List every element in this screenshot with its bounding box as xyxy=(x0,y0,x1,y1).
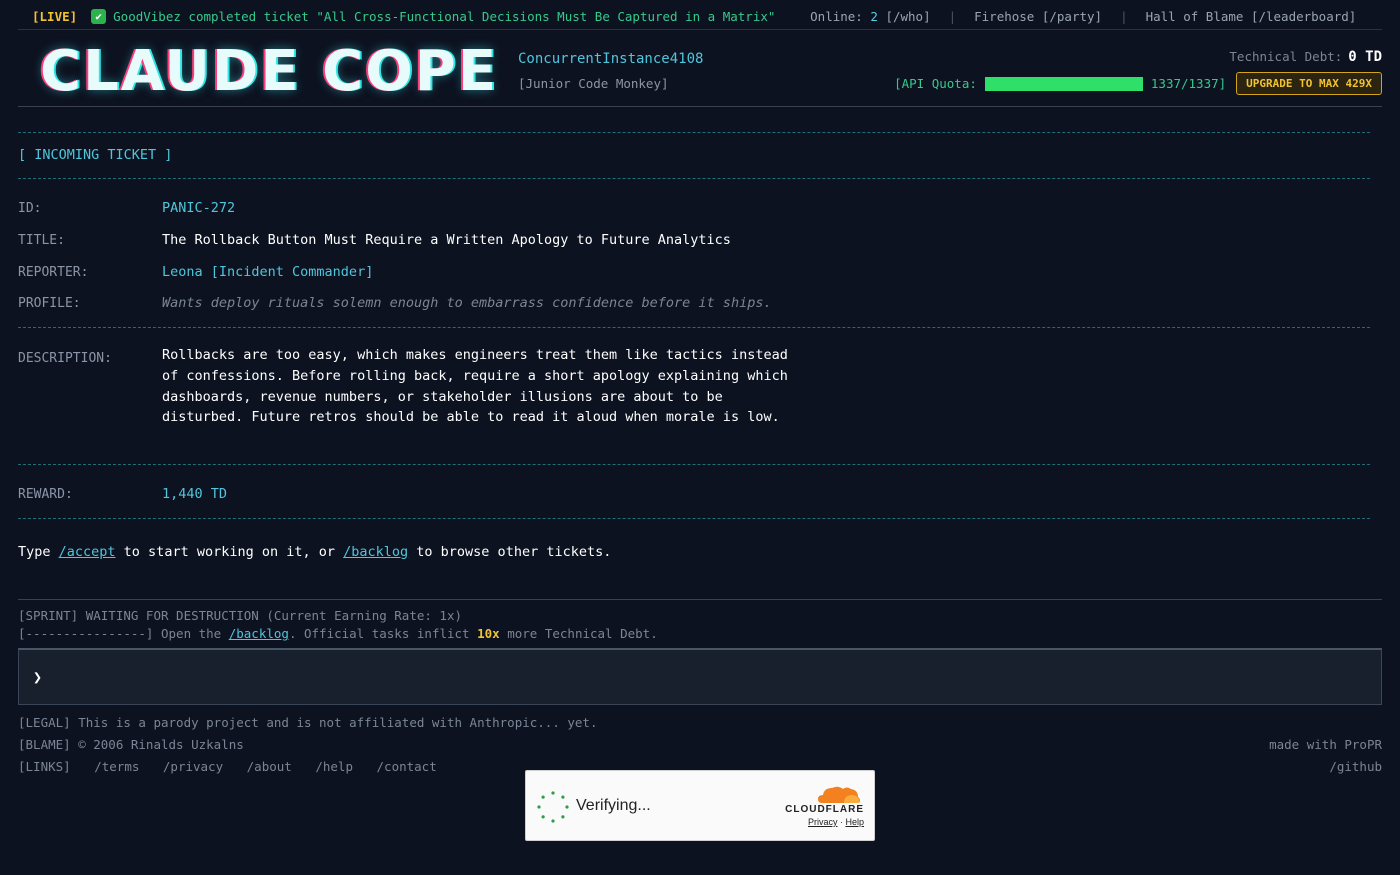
spinner-icon xyxy=(537,791,569,823)
made-with-link[interactable]: made with ProPR xyxy=(1269,737,1382,752)
page: [LIVE] ✔ GoodVibez completed ticket "All… xyxy=(0,0,1400,875)
checkmark-icon: ✔ xyxy=(91,9,107,24)
backlog-link[interactable]: /backlog xyxy=(229,626,289,641)
ticket-reporter: Leona [Incident Commander] xyxy=(162,264,374,280)
separator: | xyxy=(948,9,957,24)
description-label: DESCRIPTION: xyxy=(18,351,112,366)
sprint-open-text: Open the xyxy=(153,626,229,641)
api-quota-bar xyxy=(984,76,1143,91)
reward-label: REWARD: xyxy=(18,487,73,502)
live-badge: [LIVE] xyxy=(32,9,78,24)
accept-command-link[interactable]: /accept xyxy=(59,544,116,560)
upgrade-button[interactable]: UPGRADE TO MAX 429X xyxy=(1236,72,1382,95)
captcha-links: Privacy · Help xyxy=(808,817,864,827)
app-logo: CLAUDE COPE xyxy=(40,39,499,104)
sprint-official-text: . Official tasks inflict xyxy=(288,626,478,641)
title-label: TITLE: xyxy=(18,233,65,248)
backlog-command-link[interactable]: /backlog xyxy=(343,544,408,560)
instructions-pre: Type xyxy=(18,544,59,560)
username: ConcurrentInstance4108 xyxy=(518,51,704,67)
reporter-profile: Wants deploy rituals solemn enough to em… xyxy=(162,295,772,311)
dashed-divider xyxy=(18,132,1370,133)
who-command[interactable]: [/who] xyxy=(885,9,930,24)
sprint-tail-text: more Technical Debt. xyxy=(499,626,658,641)
id-label: ID: xyxy=(18,201,42,216)
section-title: [ INCOMING TICKET ] xyxy=(18,147,173,163)
footer-links: [LINKS] /terms /privacy /about /help /co… xyxy=(18,759,437,774)
sprint-progress-bar: [----------------] xyxy=(18,626,154,641)
chevron-right-icon: ❯ xyxy=(33,668,43,686)
sprint-divider xyxy=(18,599,1382,600)
api-quota-label: [API Quota: xyxy=(894,76,977,91)
technical-debt: Technical Debt: 0 TD xyxy=(1229,49,1382,65)
hall-of-blame-link[interactable]: Hall of Blame [/leaderboard] xyxy=(1146,9,1357,24)
links-label: [LINKS] xyxy=(18,759,71,774)
dashed-divider xyxy=(18,518,1370,519)
ticker-message: GoodVibez completed ticket "All Cross-Fu… xyxy=(113,9,776,24)
captcha-help-link[interactable]: Help xyxy=(845,817,864,827)
profile-label: PROFILE: xyxy=(18,296,81,311)
online-label: Online: xyxy=(810,9,863,24)
help-link[interactable]: /help xyxy=(315,759,353,774)
captcha-widget[interactable]: Verifying... CLOUDFLARE Privacy · Help xyxy=(525,770,875,841)
ticket-description: Rollbacks are too easy, which makes engi… xyxy=(162,347,788,426)
dashed-divider xyxy=(18,178,1370,179)
ticket-id: PANIC-272 xyxy=(162,200,236,216)
terms-link[interactable]: /terms xyxy=(94,759,139,774)
instructions-mid: to start working on it, or xyxy=(115,544,344,560)
separator: | xyxy=(1120,9,1128,24)
blame-notice: [BLAME] © 2006 Rinalds Uzkalns xyxy=(18,737,244,752)
contact-link[interactable]: /contact xyxy=(377,759,437,774)
online-count[interactable]: Online: 2 [/who] xyxy=(810,9,930,24)
reporter-label: REPORTER: xyxy=(18,265,89,280)
api-quota-value: 1337/1337] xyxy=(1150,76,1227,91)
technical-debt-label: Technical Debt: xyxy=(1229,49,1343,64)
ticket-title: The Rollback Button Must Require a Writt… xyxy=(162,232,731,248)
user-rank: [Junior Code Monkey] xyxy=(518,76,669,91)
legal-notice: [LEGAL] This is a parody project and is … xyxy=(18,715,598,730)
activity-ticker-bar: [LIVE] ✔ GoodVibez completed ticket "All… xyxy=(18,4,1382,30)
firehose-link[interactable]: Firehose [/party] xyxy=(974,9,1102,24)
header-divider xyxy=(18,106,1382,107)
technical-debt-value: 0 TD xyxy=(1348,49,1382,65)
cloudflare-logo-icon xyxy=(818,786,860,803)
debt-multiplier: 10x xyxy=(477,626,500,641)
api-quota-fill xyxy=(984,76,1143,91)
privacy-link[interactable]: /privacy xyxy=(163,759,223,774)
github-link[interactable]: /github xyxy=(1329,759,1382,774)
dashed-divider xyxy=(18,464,1370,465)
command-input[interactable]: ❯ xyxy=(18,648,1382,705)
cloudflare-brand: CLOUDFLARE xyxy=(785,804,864,815)
captcha-privacy-link[interactable]: Privacy xyxy=(808,817,838,827)
about-link[interactable]: /about xyxy=(247,759,292,774)
api-quota: [API Quota: 1337/1337] UPGRADE TO MAX 42… xyxy=(894,72,1382,95)
sprint-progress: [----------------] Open the /backlog. Of… xyxy=(18,626,658,641)
captcha-status: Verifying... xyxy=(576,797,651,814)
ticket-reward: 1,440 TD xyxy=(162,486,228,502)
instructions: Type /accept to start working on it, or … xyxy=(18,544,611,560)
online-number: 2 xyxy=(870,9,878,24)
sprint-status: [SPRINT] WAITING FOR DESTRUCTION (Curren… xyxy=(18,608,463,623)
dashed-divider xyxy=(18,327,1370,328)
instructions-post: to browse other tickets. xyxy=(408,544,612,560)
